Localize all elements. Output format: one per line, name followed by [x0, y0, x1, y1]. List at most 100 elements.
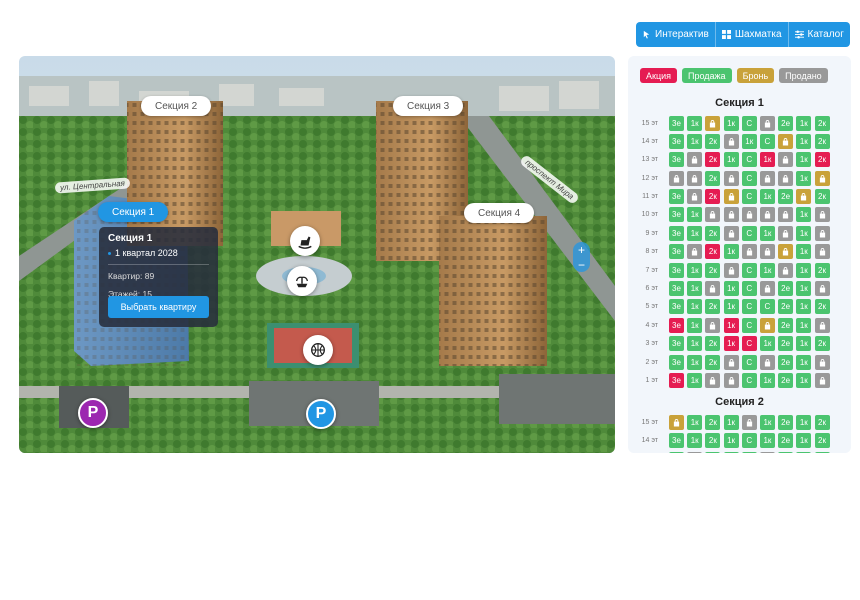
apartment-cell[interactable]: 1к [687, 433, 703, 449]
apartment-cell[interactable]: 1к [796, 281, 812, 297]
apartment-cell[interactable]: 1к [687, 133, 703, 149]
chess-button[interactable]: Шахматка [716, 22, 789, 47]
apartment-cell[interactable]: 1к [687, 317, 703, 333]
apartment-cell[interactable]: 1к [796, 152, 812, 168]
apartment-cell[interactable] [778, 262, 794, 278]
apartment-cell[interactable]: 3е [669, 115, 684, 131]
apartment-cell[interactable] [687, 152, 703, 168]
apartment-cell[interactable]: 2к [705, 189, 721, 205]
apartment-cell[interactable] [705, 281, 721, 297]
apartment-cell[interactable]: 3е [669, 225, 684, 241]
apartment-cell[interactable]: 2к [705, 244, 721, 260]
apartment-cell[interactable]: 3е [669, 281, 684, 297]
apartment-cell[interactable]: С [741, 189, 757, 205]
apartment-cell[interactable]: 2к [705, 299, 721, 315]
apartment-cell[interactable]: 3е [669, 207, 684, 223]
apartment-cell[interactable]: С [741, 115, 757, 131]
apartment-cell[interactable] [778, 170, 794, 186]
apartment-cell[interactable]: 1к [796, 115, 812, 131]
section-label-4[interactable]: Секция 4 [464, 203, 535, 223]
apartment-cell[interactable]: 2к [814, 336, 830, 352]
apartment-cell[interactable] [814, 207, 830, 223]
apartment-cell[interactable]: 3е [669, 451, 684, 453]
select-apartment-button[interactable]: Выбрать квартиру [108, 296, 209, 318]
apartment-cell[interactable]: 2к [705, 336, 721, 352]
apartment-cell[interactable]: С [741, 372, 757, 388]
apartment-cell[interactable]: 1к [796, 170, 812, 186]
apartment-cell[interactable]: 2к [814, 299, 830, 315]
apartment-cell[interactable]: 1к [796, 244, 812, 260]
apartment-cell[interactable]: 1к [723, 281, 739, 297]
apartment-cell[interactable]: 2е [778, 451, 794, 453]
apartment-cell[interactable]: 1к [796, 372, 812, 388]
apartment-cell[interactable]: С [741, 451, 757, 453]
apartment-cell[interactable]: 3е [669, 244, 684, 260]
section-label-2[interactable]: Секция 2 [141, 96, 212, 116]
apartment-cell[interactable] [814, 170, 830, 186]
apartment-cell[interactable]: 2е [778, 433, 794, 449]
apartment-cell[interactable]: 1к [796, 433, 812, 449]
apartment-cell[interactable]: 1к [687, 414, 703, 430]
zoom-out-button[interactable]: − [578, 258, 585, 272]
apartment-cell[interactable]: 1к [796, 451, 812, 453]
apartment-cell[interactable]: 3е [669, 317, 684, 333]
apartment-cell[interactable]: 1к [796, 225, 812, 241]
apartment-cell[interactable] [723, 225, 739, 241]
apartment-cell[interactable]: 2к [814, 133, 830, 149]
apartment-cell[interactable] [778, 133, 794, 149]
apartment-cell[interactable]: 1к [759, 225, 775, 241]
apartment-cell[interactable]: 3е [669, 189, 684, 205]
legend-sold[interactable]: Продано [779, 68, 828, 83]
apartment-cell[interactable]: 1к [687, 354, 703, 370]
apartment-cell[interactable] [741, 244, 757, 260]
apartment-cell[interactable]: 2к [814, 152, 830, 168]
apartment-cell[interactable]: 1к [759, 372, 775, 388]
apartment-cell[interactable] [723, 262, 739, 278]
apartment-cell[interactable]: 1к [759, 414, 775, 430]
apartment-cell[interactable]: 1к [723, 152, 739, 168]
apartment-cell[interactable]: 3е [669, 133, 684, 149]
apartment-cell[interactable]: 1к [759, 433, 775, 449]
zoom-in-button[interactable]: + [578, 243, 585, 257]
apartment-cell[interactable] [759, 207, 775, 223]
poi-fountain[interactable] [287, 266, 317, 296]
apartment-cell[interactable]: 2е [778, 299, 794, 315]
apartment-cell[interactable]: 1к [723, 115, 739, 131]
apartment-cell[interactable] [687, 451, 703, 453]
apartment-cell[interactable] [814, 225, 830, 241]
apartment-cell[interactable]: 1к [796, 299, 812, 315]
apartment-cell[interactable] [705, 207, 721, 223]
apartment-cell[interactable]: 1к [759, 152, 775, 168]
aerial-map[interactable]: Секция 2 Секция 3 Секция 1 Секция 4 ул. … [19, 56, 615, 453]
poi-playground[interactable] [290, 226, 320, 256]
apartment-cell[interactable] [723, 354, 739, 370]
apartment-cell[interactable]: С [741, 299, 757, 315]
poi-basketball[interactable] [303, 335, 333, 365]
apartment-cell[interactable]: 3е [669, 262, 684, 278]
apartment-cell[interactable] [723, 207, 739, 223]
apartment-cell[interactable]: 2к [705, 433, 721, 449]
apartment-cell[interactable]: 3е [669, 433, 684, 449]
apartment-cell[interactable]: 1к [723, 317, 739, 333]
apartment-cell[interactable]: 3е [669, 299, 684, 315]
apartment-cell[interactable] [759, 115, 775, 131]
apartment-cell[interactable]: С [741, 152, 757, 168]
apartment-cell[interactable] [814, 244, 830, 260]
apartment-cell[interactable]: 1к [723, 244, 739, 260]
apartment-cell[interactable] [669, 414, 684, 430]
apartment-cell[interactable]: 2к [705, 225, 721, 241]
apartment-cell[interactable]: С [741, 170, 757, 186]
apartment-cell[interactable]: 3е [669, 336, 684, 352]
apartment-cell[interactable]: 1к [723, 414, 739, 430]
apartment-cell[interactable] [723, 372, 739, 388]
apartment-cell[interactable]: 1к [723, 433, 739, 449]
section-label-1[interactable]: Секция 1 [98, 202, 169, 222]
apartment-cell[interactable]: 1к [723, 336, 739, 352]
apartment-cell[interactable] [705, 115, 721, 131]
apartment-cell[interactable]: 2к [705, 152, 721, 168]
legend-sale[interactable]: Продажа [682, 68, 732, 83]
apartment-cell[interactable] [778, 225, 794, 241]
apartment-cell[interactable]: 1к [687, 262, 703, 278]
apartment-cell[interactable] [814, 354, 830, 370]
apartment-cell[interactable]: 2к [814, 451, 830, 453]
